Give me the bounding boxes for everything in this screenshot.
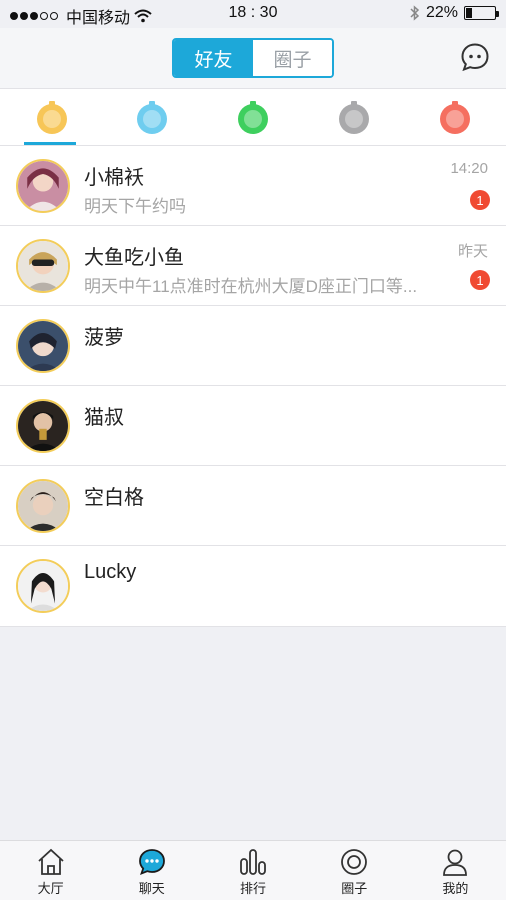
chat-time: 14:20: [450, 160, 488, 177]
avatar[interactable]: [16, 239, 70, 293]
avatar[interactable]: [16, 479, 70, 533]
chat-name: 空白格: [84, 487, 144, 509]
avatar[interactable]: [16, 319, 70, 373]
bluetooth-icon: [410, 5, 420, 21]
mood-icon-red[interactable]: [438, 101, 472, 135]
battery-percent: 22%: [425, 4, 458, 21]
chat-row[interactable]: 空白格: [0, 466, 506, 546]
tab-chat[interactable]: 聊天: [101, 841, 202, 900]
chat-icon: [138, 849, 165, 876]
home-icon: [37, 848, 64, 875]
chat-row[interactable]: 小棉袄 明天下午约吗 14:20 1: [0, 146, 506, 226]
avatar[interactable]: [16, 559, 70, 613]
chat-row[interactable]: 猫叔: [0, 386, 506, 466]
profile-icon: [443, 849, 468, 876]
tab-friends[interactable]: 好友: [174, 40, 253, 76]
tab-profile[interactable]: 我的: [405, 841, 506, 900]
tab-label: 大厅: [37, 881, 64, 896]
battery-icon: [464, 6, 499, 20]
chat-list: 小棉袄 明天下午约吗 14:20 1 大鱼吃小鱼 明天中午11点准时在杭州大厦D…: [0, 146, 506, 627]
chat-name: 大鱼吃小鱼: [84, 247, 184, 269]
unread-badge: 1: [470, 270, 490, 290]
tab-circles-nav[interactable]: 圈子: [304, 841, 405, 900]
header: 好友 圈子: [0, 28, 506, 88]
avatar[interactable]: [16, 399, 70, 453]
tab-ranking[interactable]: 排行: [202, 841, 303, 900]
tab-bar: 大厅 聊天 排行 圈子 我的: [0, 840, 506, 900]
chat-name: Lucky: [84, 561, 137, 583]
status-right: 22%: [410, 4, 499, 22]
tab-label: 聊天: [138, 881, 165, 896]
unread-badge: 1: [470, 190, 490, 210]
tab-label: 圈子: [341, 881, 368, 896]
mood-bar: [0, 88, 506, 146]
tab-label: 排行: [240, 881, 267, 896]
mood-icon-blue[interactable]: [135, 101, 169, 135]
chat-bubble-icon[interactable]: [460, 42, 490, 72]
chat-name: 菠萝: [84, 327, 124, 349]
mood-icon-green[interactable]: [236, 101, 270, 135]
chat-row[interactable]: 大鱼吃小鱼 明天中午11点准时在杭州大厦D座正门口等... 昨天 1: [0, 226, 506, 306]
segment-control: 好友 圈子: [172, 38, 334, 78]
chat-message: 明天下午约吗: [84, 197, 186, 216]
mood-selected-indicator: [24, 142, 76, 145]
chat-row[interactable]: Lucky: [0, 546, 506, 626]
tab-circles[interactable]: 圈子: [253, 40, 332, 76]
tab-hall[interactable]: 大厅: [0, 841, 101, 900]
tab-label: 我的: [442, 881, 469, 896]
status-bar: 中国移动 18 : 30 22%: [0, 0, 506, 28]
chat-name: 小棉袄: [84, 167, 144, 189]
chat-message: 明天中午11点准时在杭州大厦D座正门口等...: [84, 277, 418, 296]
chat-row[interactable]: 菠萝: [0, 306, 506, 386]
chat-time: 昨天: [457, 243, 488, 260]
ranking-icon: [240, 849, 266, 875]
chat-name: 猫叔: [84, 407, 124, 429]
mood-icon-yellow[interactable]: [35, 101, 69, 135]
mood-icon-gray[interactable]: [337, 101, 371, 135]
circle-icon: [341, 849, 368, 875]
avatar[interactable]: [16, 159, 70, 213]
